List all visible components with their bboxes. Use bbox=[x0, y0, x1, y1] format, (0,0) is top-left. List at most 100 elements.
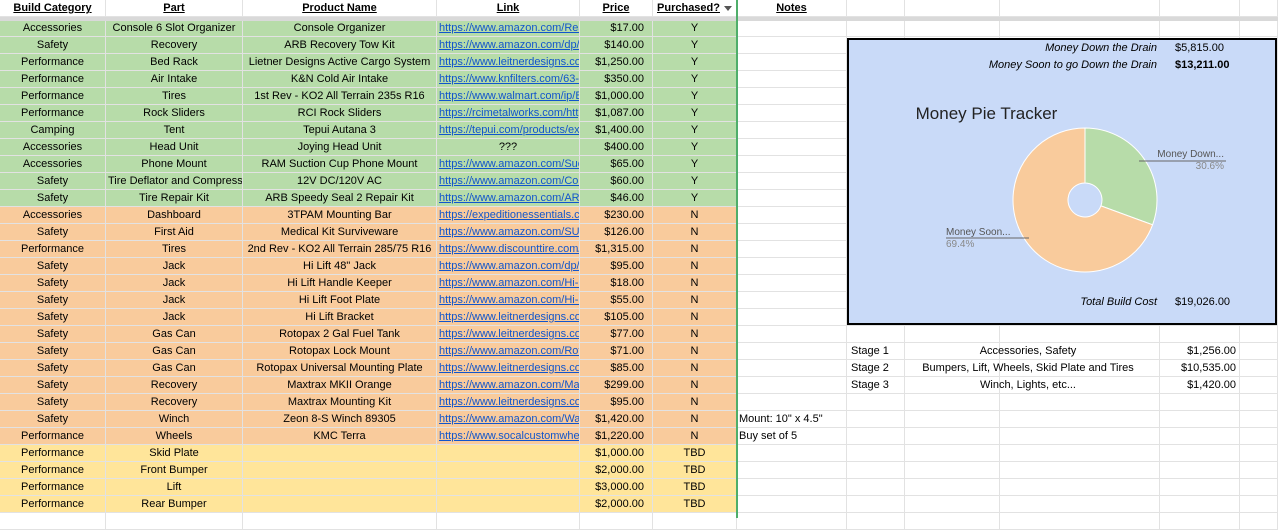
build-category-cell[interactable]: Accessories bbox=[0, 20, 106, 37]
part-cell[interactable]: Gas Can bbox=[106, 360, 243, 377]
part-cell[interactable]: Dashboard bbox=[106, 207, 243, 224]
empty-cell[interactable] bbox=[1160, 0, 1240, 17]
build-category-cell[interactable]: Safety bbox=[0, 394, 106, 411]
link-cell[interactable]: https://www.leitnerdesigns.cor bbox=[437, 54, 580, 71]
build-category-cell[interactable]: Performance bbox=[0, 105, 106, 122]
part-cell[interactable]: Rear Bumper bbox=[106, 496, 243, 513]
frozen-row-divider[interactable] bbox=[0, 17, 1278, 21]
build-category-cell[interactable]: Accessories bbox=[0, 207, 106, 224]
empty-cell[interactable] bbox=[847, 479, 905, 496]
empty-cell[interactable] bbox=[847, 394, 905, 411]
purchased-cell[interactable]: Y bbox=[653, 156, 737, 173]
product-name-cell[interactable] bbox=[243, 479, 437, 496]
link-cell[interactable]: https://www.socalcustomwhee bbox=[437, 428, 580, 445]
part-cell[interactable]: Air Intake bbox=[106, 71, 243, 88]
notes-cell[interactable] bbox=[737, 122, 847, 139]
build-category-cell[interactable]: Safety bbox=[0, 224, 106, 241]
purchased-cell[interactable]: N bbox=[653, 224, 737, 241]
empty-cell[interactable] bbox=[905, 20, 1000, 37]
build-category-cell[interactable]: Safety bbox=[0, 173, 106, 190]
notes-cell[interactable] bbox=[737, 71, 847, 88]
build-category-cell[interactable]: Performance bbox=[0, 71, 106, 88]
empty-cell[interactable] bbox=[905, 394, 1000, 411]
link-cell[interactable]: https://www.leitnerdesigns.cor bbox=[437, 394, 580, 411]
notes-cell[interactable] bbox=[737, 105, 847, 122]
link-cell[interactable]: https://rcimetalworks.com/http bbox=[437, 105, 580, 122]
build-category-cell[interactable]: Safety bbox=[0, 275, 106, 292]
link-cell[interactable] bbox=[437, 496, 580, 513]
purchased-cell[interactable]: N bbox=[653, 207, 737, 224]
price-cell[interactable]: $2,000.00 bbox=[580, 496, 653, 513]
product-name-cell[interactable]: Rotopax Lock Mount bbox=[243, 343, 437, 360]
empty-cell[interactable] bbox=[1160, 394, 1240, 411]
notes-cell[interactable] bbox=[737, 360, 847, 377]
empty-cell[interactable] bbox=[847, 326, 905, 343]
notes-cell[interactable] bbox=[737, 224, 847, 241]
empty-cell[interactable] bbox=[106, 513, 243, 530]
product-name-cell[interactable]: Medical Kit Surviveware bbox=[243, 224, 437, 241]
empty-cell[interactable] bbox=[847, 513, 905, 530]
empty-cell[interactable] bbox=[737, 513, 847, 530]
notes-cell[interactable] bbox=[737, 292, 847, 309]
notes-cell[interactable] bbox=[737, 190, 847, 207]
link-cell[interactable]: https://www.amazon.com/dp/E bbox=[437, 37, 580, 54]
price-cell[interactable]: $1,420.00 bbox=[580, 411, 653, 428]
empty-cell[interactable] bbox=[905, 445, 1000, 462]
product-name-cell[interactable]: ARB Recovery Tow Kit bbox=[243, 37, 437, 54]
empty-cell[interactable] bbox=[1240, 0, 1278, 17]
link-cell[interactable]: https://www.amazon.com/War bbox=[437, 411, 580, 428]
price-cell[interactable]: $126.00 bbox=[580, 224, 653, 241]
link-cell[interactable] bbox=[437, 462, 580, 479]
purchased-cell[interactable]: N bbox=[653, 377, 737, 394]
part-cell[interactable]: Front Bumper bbox=[106, 462, 243, 479]
empty-cell[interactable] bbox=[847, 411, 905, 428]
price-cell[interactable]: $1,220.00 bbox=[580, 428, 653, 445]
empty-cell[interactable] bbox=[1160, 326, 1240, 343]
part-cell[interactable]: Jack bbox=[106, 292, 243, 309]
notes-cell[interactable] bbox=[737, 241, 847, 258]
empty-cell[interactable] bbox=[1000, 479, 1160, 496]
link-cell[interactable]: https://www.walmart.com/ip/B bbox=[437, 88, 580, 105]
link-cell[interactable]: ??? bbox=[437, 139, 580, 156]
link-cell[interactable]: https://www.amazon.com/Max bbox=[437, 377, 580, 394]
price-cell[interactable]: $85.00 bbox=[580, 360, 653, 377]
link-cell[interactable]: https://www.amazon.com/Con bbox=[437, 173, 580, 190]
price-cell[interactable]: $18.00 bbox=[580, 275, 653, 292]
link-cell[interactable]: https://www.amazon.com/Rot bbox=[437, 343, 580, 360]
empty-cell[interactable] bbox=[905, 428, 1000, 445]
header-build-category[interactable]: Build Category bbox=[0, 0, 106, 17]
part-cell[interactable]: Bed Rack bbox=[106, 54, 243, 71]
build-category-cell[interactable]: Safety bbox=[0, 411, 106, 428]
product-name-cell[interactable]: Lietner Designs Active Cargo System bbox=[243, 54, 437, 71]
empty-cell[interactable] bbox=[0, 513, 106, 530]
stage-row[interactable]: Stage 3 Winch, Lights, etc... $1,420.00 bbox=[848, 377, 1278, 394]
product-name-cell[interactable] bbox=[243, 496, 437, 513]
price-cell[interactable]: $60.00 bbox=[580, 173, 653, 190]
empty-cell[interactable] bbox=[580, 513, 653, 530]
link-cell[interactable]: https://www.amazon.com/ARE bbox=[437, 190, 580, 207]
build-category-cell[interactable]: Safety bbox=[0, 326, 106, 343]
notes-cell[interactable] bbox=[737, 479, 847, 496]
empty-cell[interactable] bbox=[1000, 411, 1160, 428]
build-category-cell[interactable]: Performance bbox=[0, 462, 106, 479]
part-cell[interactable]: Tire Repair Kit bbox=[106, 190, 243, 207]
price-cell[interactable]: $3,000.00 bbox=[580, 479, 653, 496]
part-cell[interactable]: Recovery bbox=[106, 37, 243, 54]
build-category-cell[interactable]: Camping bbox=[0, 122, 106, 139]
link-cell[interactable]: https://www.knfilters.com/63-9 bbox=[437, 71, 580, 88]
product-name-cell[interactable]: Hi Lift 48" Jack bbox=[243, 258, 437, 275]
build-category-cell[interactable]: Performance bbox=[0, 479, 106, 496]
empty-cell[interactable] bbox=[1000, 496, 1160, 513]
product-name-cell[interactable]: Tepui Autana 3 bbox=[243, 122, 437, 139]
empty-cell[interactable] bbox=[905, 462, 1000, 479]
link-cell[interactable]: https://www.leitnerdesigns.cor bbox=[437, 326, 580, 343]
price-cell[interactable]: $350.00 bbox=[580, 71, 653, 88]
purchased-cell[interactable]: Y bbox=[653, 20, 737, 37]
stage-row[interactable]: Stage 1 Accessories, Safety $1,256.00 bbox=[848, 343, 1278, 360]
empty-cell[interactable] bbox=[1240, 496, 1278, 513]
empty-cell[interactable] bbox=[1240, 394, 1278, 411]
build-category-cell[interactable]: Accessories bbox=[0, 139, 106, 156]
header-price[interactable]: Price bbox=[580, 0, 653, 17]
product-name-cell[interactable]: 1st Rev - KO2 All Terrain 235s R16 bbox=[243, 88, 437, 105]
empty-cell[interactable] bbox=[1240, 428, 1278, 445]
